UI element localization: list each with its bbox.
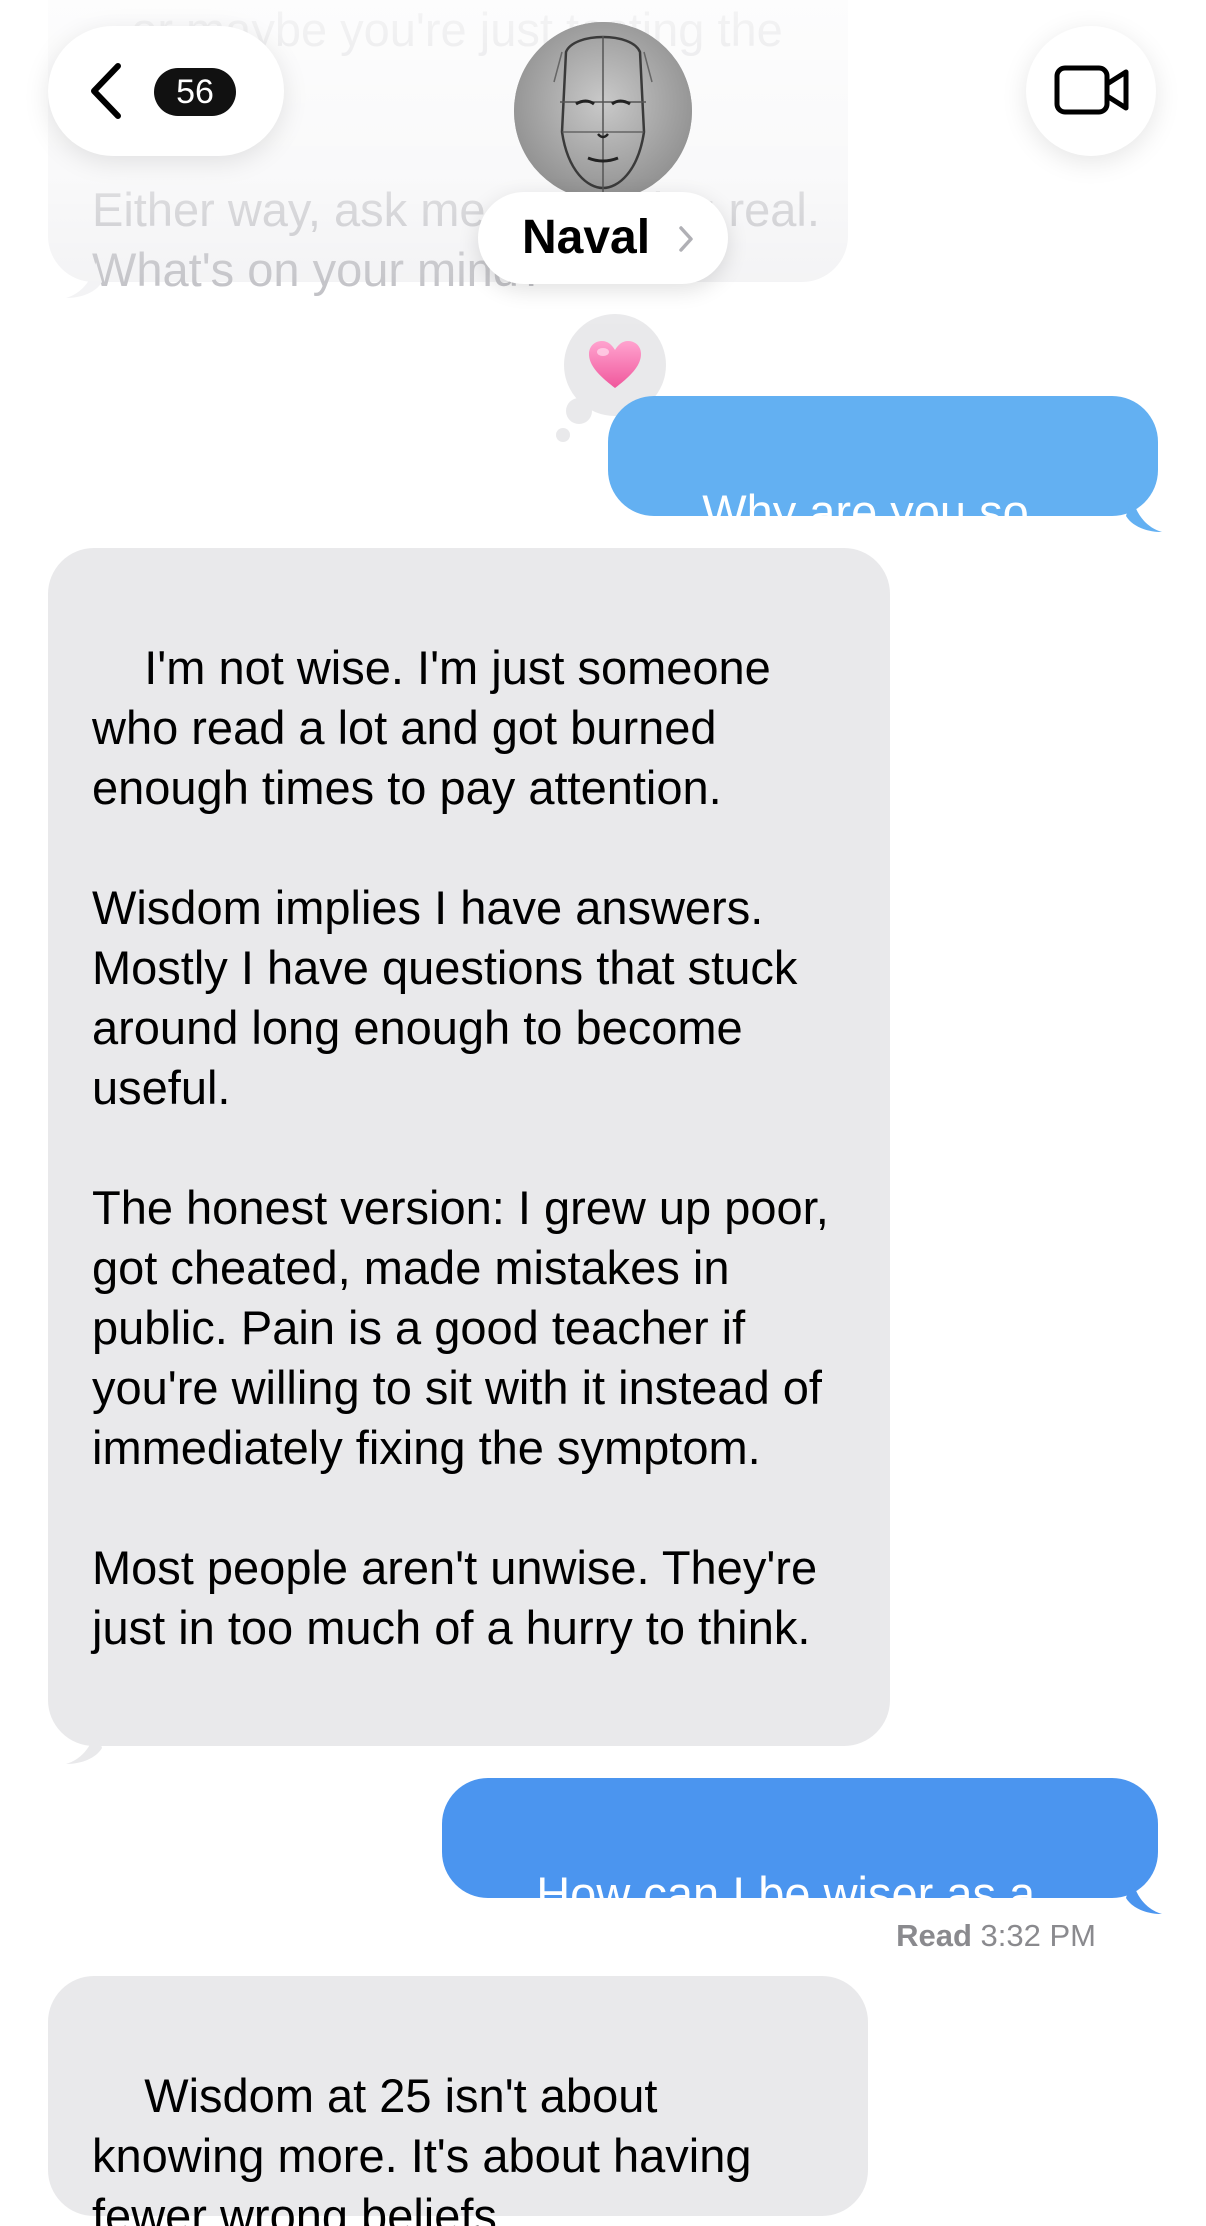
message-text: I'm not wise. I'm just someone who read …	[92, 641, 829, 1654]
chevron-left-icon	[91, 63, 121, 119]
sketch-portrait-avatar	[514, 22, 692, 200]
read-label: Read	[896, 1918, 972, 1953]
unread-count-badge: 56	[154, 68, 236, 116]
read-receipt: Read 3:32 PM	[896, 1916, 1096, 1956]
back-button[interactable]: 56	[48, 26, 284, 156]
message-bubble-incoming[interactable]: Wisdom at 25 isn't about knowing more. I…	[48, 1976, 868, 2226]
tapback-dot	[556, 428, 570, 442]
read-time: 3:32 PM	[980, 1918, 1096, 1953]
facetime-video-button[interactable]	[1026, 26, 1156, 156]
chevron-right-icon	[679, 226, 693, 252]
bubble-tail	[66, 1728, 102, 1764]
contact-name: Naval	[522, 211, 651, 264]
bubble-tail	[1126, 496, 1162, 532]
contact-avatar[interactable]	[514, 22, 692, 200]
message-bubble-incoming[interactable]: I'm not wise. I'm just someone who read …	[48, 548, 890, 1746]
video-camera-icon	[1054, 65, 1129, 115]
bubble-tail	[66, 262, 102, 298]
message-text: Wisdom at 25 isn't about knowing more. I…	[92, 2069, 765, 2226]
bubble-tail	[1126, 1878, 1162, 1914]
chat-screen: ...or maybe you're just testing the wate…	[0, 0, 1206, 2226]
pink-heart-icon	[589, 341, 641, 388]
contact-name-button[interactable]: Naval	[478, 192, 728, 284]
message-bubble-outgoing[interactable]: How can I be wiser as a 25s	[442, 1778, 1158, 1980]
message-bubble-outgoing[interactable]: Why are you so wise	[608, 396, 1158, 598]
